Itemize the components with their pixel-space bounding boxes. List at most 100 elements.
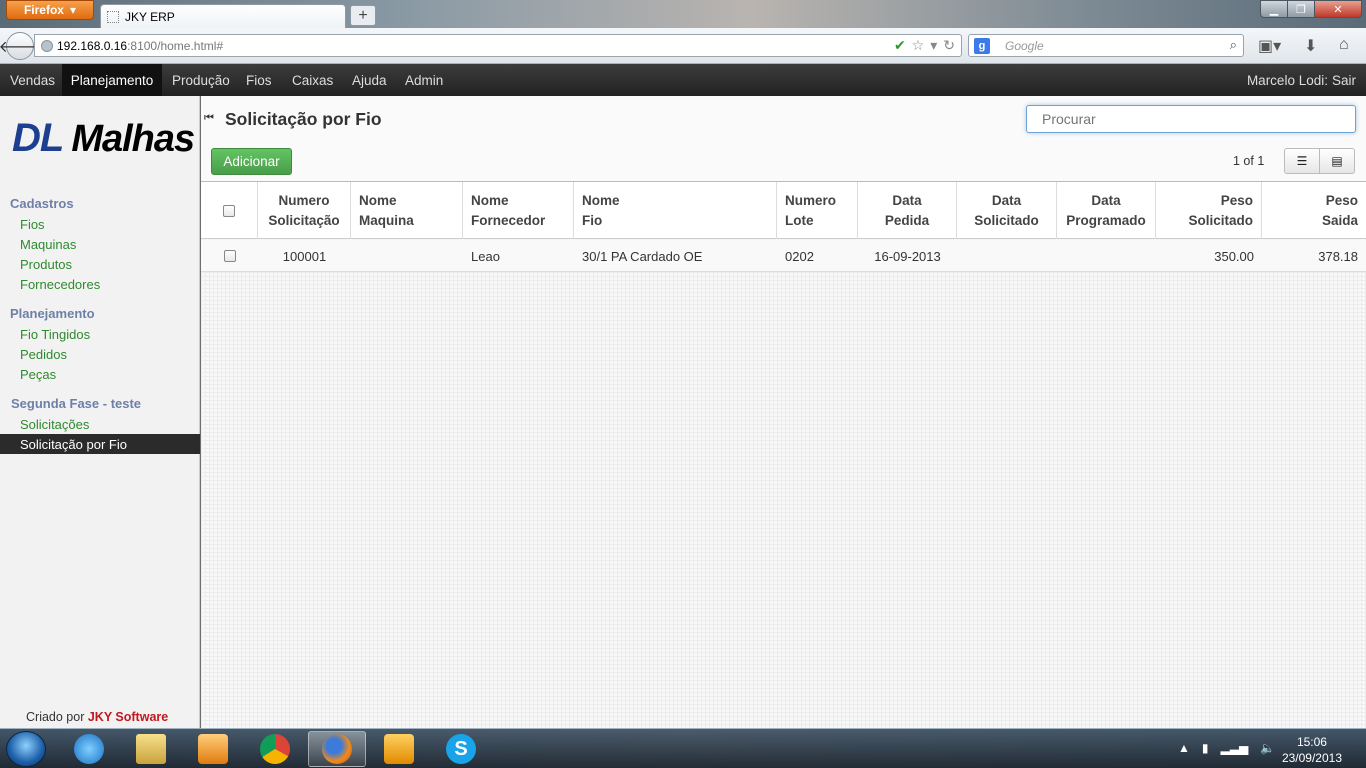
browser-tab[interactable]: JKY ERP <box>100 4 346 28</box>
menu-planejamento[interactable]: Planejamento <box>62 64 162 96</box>
battery-icon[interactable]: ▮ <box>1202 741 1209 755</box>
taskbar-outlook[interactable] <box>370 731 428 767</box>
reload-icon[interactable]: ↻ <box>943 37 955 54</box>
firefox-menu-label: Firefox <box>23 3 64 17</box>
select-all-checkbox[interactable] <box>223 204 235 217</box>
bookmarks-icon[interactable]: ▣▾ <box>1258 36 1281 56</box>
col-label: Nome <box>582 192 620 208</box>
system-clock[interactable]: 15:06 23/09/2013 <box>1282 734 1342 766</box>
row-checkbox[interactable] <box>223 250 236 262</box>
sidebar-group-cadastros: Cadastros <box>10 196 74 211</box>
taskbar-explorer[interactable] <box>122 731 180 767</box>
row-select-cell <box>201 240 258 272</box>
os-taskbar: S ▲ ▮ ▂▃▅ 🔈 15:06 23/09/2013 <box>0 728 1366 768</box>
signal-icon[interactable]: ▂▃▅ <box>1221 741 1249 755</box>
sidebar-item-produtos[interactable]: Produtos <box>0 254 200 274</box>
col-label: Solicitação <box>268 212 340 228</box>
col-data-programado[interactable]: Data Programado <box>1057 182 1156 239</box>
col-nome-maquina[interactable]: Nome Maquina <box>351 182 463 239</box>
volume-icon[interactable]: 🔈 <box>1260 741 1275 755</box>
minimize-button[interactable]: ▁ <box>1260 0 1288 18</box>
address-bar[interactable]: 192.168.0.16:8100/home.html# ✔ ☆ ▾ ↻ <box>34 34 962 57</box>
table-row[interactable]: 100001 Leao 30/1 PA Cardado OE 0202 16-0… <box>201 240 1366 272</box>
col-label: Peso <box>1220 192 1253 208</box>
sidebar-item-fios[interactable]: Fios <box>0 214 200 234</box>
cell-numero-lote: 0202 <box>785 248 814 264</box>
main-header: ⏮ Solicitação por Fio Adicionar 1 of 1 ☰… <box>201 96 1366 182</box>
col-numero-lote[interactable]: Numero Lote <box>777 182 858 239</box>
col-label: Solicitado <box>1188 212 1253 228</box>
main-panel: ⏮ Solicitação por Fio Adicionar 1 of 1 ☰… <box>201 96 1366 728</box>
new-tab-button[interactable]: + <box>350 5 376 26</box>
sidebar-group-segunda-fase: Segunda Fase - teste <box>11 396 142 411</box>
tab-title: JKY ERP <box>125 9 175 24</box>
col-label: Solicitado <box>974 212 1039 228</box>
sidebar-item-pedidos[interactable]: Pedidos <box>0 344 200 364</box>
col-data-solicitado[interactable]: Data Solicitado <box>957 182 1057 239</box>
maximize-button[interactable]: ❐ <box>1287 0 1315 18</box>
col-label: Numero <box>278 192 330 208</box>
menu-ajuda[interactable]: Ajuda <box>342 64 397 96</box>
download-icon[interactable]: ⬇ <box>1304 36 1317 56</box>
url-path: :8100/home.html# <box>127 38 224 53</box>
cell-data-solicitado <box>957 240 1057 272</box>
firefox-menu-button[interactable]: Firefox ▾ <box>6 0 94 20</box>
sidebar-item-fio-tingidos[interactable]: Fio Tingidos <box>0 324 200 344</box>
form-view-button[interactable]: ▤ <box>1319 148 1355 174</box>
taskbar-chrome[interactable] <box>246 731 304 767</box>
sidebar-group-planejamento: Planejamento <box>10 306 95 321</box>
page-favicon-icon <box>107 10 119 23</box>
app-menubar: Vendas Planejamento Produção Fios Caixas… <box>0 64 1366 96</box>
col-peso-saida[interactable]: Peso Saida <box>1262 182 1366 239</box>
taskbar-ie[interactable] <box>60 731 118 767</box>
sidebar-item-solicitacao-por-fio[interactable]: Solicitação por Fio <box>0 434 200 454</box>
outlook-icon <box>384 734 414 764</box>
menu-fios[interactable]: Fios <box>236 64 282 96</box>
menu-producao[interactable]: Produção <box>162 64 240 96</box>
sidebar-item-pecas[interactable]: Peças <box>0 364 200 384</box>
col-label: Data <box>991 192 1022 208</box>
logout-link[interactable]: Sair <box>1332 73 1356 88</box>
menu-vendas[interactable]: Vendas <box>0 64 65 96</box>
col-numero-solicitacao[interactable]: Numero Solicitação <box>258 182 351 239</box>
menu-caixas[interactable]: Caixas <box>282 64 343 96</box>
system-tray: ▲ ▮ ▂▃▅ 🔈 <box>1178 741 1275 755</box>
media-player-icon <box>198 734 228 764</box>
sidebar-item-solicitacoes[interactable]: Solicitações <box>0 414 200 434</box>
start-button[interactable] <box>6 731 46 767</box>
back-button[interactable]: 🡐 <box>0 32 41 60</box>
search-input[interactable] <box>1026 105 1356 133</box>
taskbar-media[interactable] <box>184 731 242 767</box>
chrome-icon <box>260 734 290 764</box>
list-view-button[interactable]: ☰ <box>1284 148 1320 174</box>
cell-data-pedida: 16-09-2013 <box>874 248 941 264</box>
close-window-button[interactable]: ✕ <box>1314 0 1362 18</box>
credit-brand[interactable]: JKY Software <box>88 710 168 724</box>
cell-nome-fio: 30/1 PA Cardado OE <box>582 248 703 264</box>
globe-icon <box>41 40 53 52</box>
collapse-sidebar-icon[interactable]: ⏮ <box>204 112 214 125</box>
add-button[interactable]: Adicionar <box>211 148 292 175</box>
app-logo: DL Malhas <box>12 116 195 161</box>
clock-time: 15:06 <box>1296 735 1327 749</box>
col-peso-solicitado[interactable]: Peso Solicitado <box>1156 182 1262 239</box>
taskbar-firefox[interactable] <box>308 731 366 767</box>
col-data-pedida[interactable]: Data Pedida <box>858 182 957 239</box>
user-name: Marcelo Lodi: <box>1246 72 1328 88</box>
col-nome-fio[interactable]: Nome Fio <box>574 182 777 239</box>
google-icon: g <box>974 38 990 54</box>
show-hidden-icons[interactable]: ▲ <box>1178 741 1190 755</box>
home-icon[interactable]: ⌂ <box>1339 36 1349 54</box>
bookmark-star-icon[interactable]: ☆ <box>912 37 925 54</box>
form-icon: ▤ <box>1331 154 1343 168</box>
col-nome-fornecedor[interactable]: Nome Fornecedor <box>463 182 574 239</box>
sidebar-item-maquinas[interactable]: Maquinas <box>0 234 200 254</box>
menu-admin[interactable]: Admin <box>395 64 453 96</box>
taskbar-skype[interactable]: S <box>432 731 490 767</box>
dropdown-arrow-icon[interactable]: ▾ <box>930 37 937 54</box>
cell-numero-solicitacao: 100001 <box>282 248 327 264</box>
sidebar-item-fornecedores[interactable]: Fornecedores <box>0 274 200 294</box>
sidebar: DL Malhas Cadastros Fios Maquinas Produto… <box>0 96 200 728</box>
web-search-box[interactable]: g Google ⌕ <box>968 34 1244 57</box>
search-icon[interactable]: ⌕ <box>1230 37 1237 53</box>
